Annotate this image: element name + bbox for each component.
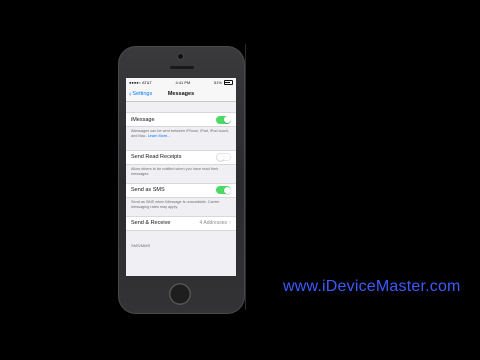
back-label: Settings bbox=[132, 91, 153, 97]
front-camera bbox=[178, 54, 183, 59]
phone-screen: ●●●●○ AT&T 4:41 PM 51% ‹ Settings Messag… bbox=[126, 78, 236, 276]
clock: 4:41 PM bbox=[175, 80, 191, 85]
read-receipts-toggle[interactable] bbox=[216, 153, 231, 162]
read-receipts-label: Send Read Receipts bbox=[131, 154, 182, 161]
read-receipts-row: Send Read Receipts bbox=[126, 149, 236, 165]
chevron-right-icon: › bbox=[229, 220, 231, 227]
battery-percent: 51% bbox=[213, 80, 222, 85]
earpiece-speaker bbox=[170, 66, 194, 69]
send-as-sms-row: Send as SMS bbox=[126, 182, 236, 198]
status-bar: ●●●●○ AT&T 4:41 PM 51% bbox=[126, 78, 236, 87]
imessage-footer-text: iMessages can be sent between iPhone, iP… bbox=[131, 129, 229, 138]
send-as-sms-label: Send as SMS bbox=[131, 187, 165, 194]
status-right: 51% bbox=[214, 80, 233, 85]
battery-icon bbox=[223, 80, 233, 85]
website-watermark: www.iDeviceMaster.com bbox=[283, 278, 461, 295]
chevron-left-icon: ‹ bbox=[129, 90, 132, 98]
navigation-bar: ‹ Settings Messages bbox=[126, 87, 236, 102]
imessage-row: iMessage bbox=[126, 112, 236, 127]
imessage-footer: iMessages can be sent between iPhone, iP… bbox=[126, 127, 236, 139]
send-receive-value: 4 Addresses bbox=[199, 220, 227, 227]
carrier-label: ●●●●○ AT&T bbox=[129, 80, 152, 85]
imessage-toggle[interactable] bbox=[216, 115, 231, 124]
read-receipts-footer: Allow others to be notified when you hav… bbox=[131, 166, 219, 176]
home-button[interactable] bbox=[169, 283, 191, 305]
send-receive-row[interactable]: Send & Receive 4 Addresses › bbox=[126, 215, 236, 231]
back-button[interactable]: ‹ Settings bbox=[129, 91, 152, 98]
learn-more-link[interactable]: Learn More... bbox=[148, 134, 171, 138]
send-as-sms-toggle[interactable] bbox=[216, 186, 231, 195]
imessage-label: iMessage bbox=[131, 116, 155, 123]
sms-mms-section-header: SMS/MMS bbox=[131, 242, 151, 248]
video-frame-edge bbox=[245, 44, 246, 310]
send-receive-label: Send & Receive bbox=[131, 220, 171, 227]
send-receive-detail: 4 Addresses › bbox=[199, 220, 231, 226]
send-as-sms-footer: Send as SMS when iMessage is unavailable… bbox=[131, 199, 220, 209]
